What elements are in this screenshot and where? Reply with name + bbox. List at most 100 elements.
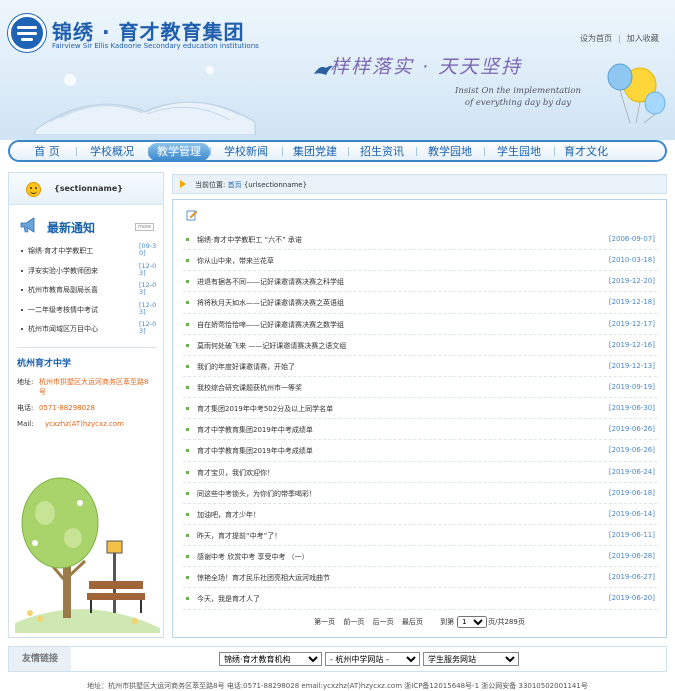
bullet-icon: [186, 407, 189, 411]
nav-item-garden[interactable]: 教学园地: [416, 143, 484, 161]
set-homepage-link[interactable]: 设为首页: [580, 34, 612, 43]
article-row[interactable]: 育才中学教育集团2019年中考成绩单 [2019-06-26]: [183, 440, 657, 462]
article-date: [2019-06-14]: [608, 509, 655, 518]
article-row[interactable]: 同这些中考锁头，为你们的带季喝彩！ [2019-06-18]: [183, 483, 657, 504]
article-row[interactable]: 育才集团2019年中考502分及以上同学名单 [2019-06-30]: [183, 398, 657, 420]
article-row[interactable]: 感谢中考 欣赏中考 享受中考 （一） [2019-06-28]: [183, 546, 657, 568]
news-item-title[interactable]: 一二年级考核情中考试: [28, 305, 136, 315]
bullet-icon: [186, 576, 189, 580]
add-favorite-link[interactable]: 加入收藏: [627, 34, 659, 43]
news-item-title[interactable]: 浮安实验小学教师团来: [28, 266, 136, 276]
article-date: [2006-09-07]: [608, 235, 655, 243]
article-title[interactable]: 进退有据各不同——记好课邀请赛决赛之科学组: [197, 277, 587, 287]
bullet-icon: [186, 280, 189, 284]
article-title[interactable]: 锦绣·育才中学教职工 “六不” 承诺: [197, 235, 587, 245]
breadcrumb: 当前位置: 首页 {urlsectionname}: [172, 174, 667, 194]
article-title[interactable]: 加油吧，育才少年！: [197, 510, 587, 520]
address-label: 地址:: [17, 378, 34, 386]
article-row[interactable]: 我们的年度好课邀请赛，开始了 [2019-12-13]: [183, 356, 657, 377]
section-header: {sectionname}: [9, 173, 163, 205]
friend-select-student-service[interactable]: 学生服务网站: [423, 652, 519, 666]
slogan-english-line-2: of everything day by day: [464, 98, 572, 108]
breadcrumb-current: {urlsectionname}: [243, 181, 308, 189]
article-row[interactable]: 加油吧，育才少年！ [2019-06-14]: [183, 504, 657, 525]
article-date: [2019-06-24]: [608, 467, 655, 476]
article-date: [2019-06-26]: [608, 425, 655, 434]
article-row[interactable]: 育才中学教育集团2019年中考成绩单 [2019-06-26]: [183, 419, 657, 441]
slogan-english-line-1: Insist On the implementation: [455, 86, 581, 96]
bullet-icon: [186, 470, 189, 474]
nav-item-teaching[interactable]: 教学管理: [148, 143, 210, 161]
nav-item-home[interactable]: 首 页: [18, 143, 76, 161]
article-row[interactable]: 育才宝贝，我们欢迎你！ [2019-06-24]: [183, 462, 657, 483]
nav-item-about[interactable]: 学校概况: [76, 143, 148, 161]
goto-label: 到第: [440, 618, 455, 626]
article-title[interactable]: 我们的年度好课邀请赛，开始了: [197, 362, 587, 372]
bullet-icon: [186, 343, 189, 347]
nav-item-news[interactable]: 学校新闻: [210, 143, 282, 161]
article-row[interactable]: 锦绣·育才中学教职工 “六不” 承诺 [2006-09-07]: [183, 229, 657, 251]
news-item[interactable]: 杭州市闻域区万目中心 [12-03]: [21, 321, 161, 343]
breadcrumb-label: 当前位置:: [195, 181, 226, 189]
article-title[interactable]: 将将秋月天如水——记好课邀请赛决赛之英语组: [197, 298, 587, 308]
article-row[interactable]: 今天，我是育才人了 [2019-06-20]: [183, 588, 657, 610]
article-row[interactable]: 我校综合研究课题获杭州市一等奖 [2019-09-19]: [183, 377, 657, 399]
article-title[interactable]: 同这些中考锁头，为你们的带季喝彩！: [197, 489, 587, 499]
article-row[interactable]: 惊艳全场！育才民乐社团亮相大运河戏曲节 [2019-06-27]: [183, 567, 657, 589]
article-title[interactable]: 今天，我是育才人了: [197, 594, 587, 604]
slogan: 样样落实 · 天天坚持: [330, 56, 523, 78]
contact-school-name: 杭州育才中学: [17, 359, 72, 369]
news-item-title[interactable]: 杭州市闻域区万目中心: [28, 324, 136, 334]
article-title[interactable]: 自在娇莺恰恰啼——记好课邀请赛决赛之数学组: [197, 320, 587, 330]
article-title[interactable]: 莫雨何处破飞来 ——记好课邀请赛决赛之语文组: [197, 341, 587, 351]
friend-select-institution[interactable]: 锦绣·育才教育机构: [219, 652, 322, 666]
next-page-link[interactable]: 后一页: [373, 618, 394, 626]
bullet-icon: [21, 308, 23, 311]
article-title[interactable]: 惊艳全场！育才民乐社团亮相大运河戏曲节: [197, 573, 587, 583]
page-select[interactable]: 1: [457, 616, 488, 628]
bullet-icon: [21, 328, 23, 330]
article-date: [2019-12-17]: [608, 319, 655, 328]
contact-info: 杭州育才中学 地址: 杭州市拱墅区大运河商务区萃至路8号 电话: 0571-8829…: [17, 347, 157, 445]
bullet-icon: [186, 491, 189, 495]
slogan-english: Insist On the implementation of everythi…: [428, 85, 608, 109]
article-title[interactable]: 育才宝贝，我们欢迎你！: [197, 468, 587, 478]
pagination: 第一页 前一页 后一页 最后页 到第 1 页/共289页: [173, 616, 666, 628]
article-row[interactable]: 莫雨何处破飞来 ——记好课邀请赛决赛之语文组 [2019-12-16]: [183, 335, 657, 356]
article-title[interactable]: 育才集团2019年中考502分及以上同学名单: [197, 404, 587, 414]
breadcrumb-home-link[interactable]: 首页: [228, 181, 242, 189]
more-link[interactable]: more: [135, 223, 154, 231]
article-row[interactable]: 自在娇莺恰恰啼——记好课邀请赛决赛之数学组 [2019-12-17]: [183, 314, 657, 335]
prev-page-link[interactable]: 前一页: [343, 618, 364, 626]
article-row[interactable]: 将将秋月天如水——记好课邀请赛决赛之英语组 [2019-12-18]: [183, 292, 657, 314]
pencil-icon: [186, 210, 198, 221]
nav-item-admission[interactable]: 招生资讯: [348, 143, 416, 161]
mail-value[interactable]: ycxzhz(AT)hzycxz.com: [45, 419, 145, 429]
article-title[interactable]: 感谢中考 欣赏中考 享受中考 （一）: [197, 552, 587, 562]
nav-item-student[interactable]: 学生园地: [484, 143, 554, 161]
friend-select-middle-school[interactable]: - 杭州中学网站 -: [325, 652, 420, 666]
nav-item-party[interactable]: 集团党建: [282, 143, 348, 161]
smiley-icon: [26, 182, 41, 197]
news-item-title[interactable]: 杭州市教育局副局长喜: [28, 285, 136, 295]
news-title: 最新通知: [47, 221, 96, 235]
bullet-icon: [21, 250, 23, 252]
article-title[interactable]: 育才中学教育集团2019年中考成绩单: [197, 446, 587, 456]
nav-item-culture[interactable]: 育才文化: [554, 143, 618, 161]
article-row[interactable]: 你从山中来，带来兰花草 [2010-03-18]: [183, 250, 657, 272]
article-date: [2019-06-18]: [608, 488, 655, 497]
news-item-title[interactable]: 锦绣·育才中学教职工: [28, 246, 136, 256]
link-separator: |: [618, 34, 621, 43]
tree-bench-illustration: [15, 477, 160, 633]
article-row[interactable]: 昨天，育才提前“中考”了！ [2019-06-11]: [183, 525, 657, 547]
news-item-date: [09-30]: [139, 242, 157, 257]
news-item-date: [12-03]: [139, 281, 157, 296]
article-title[interactable]: 你从山中来，带来兰花草: [197, 256, 587, 266]
article-title[interactable]: 我校综合研究课题获杭州市一等奖: [197, 383, 587, 393]
article-date: [2019-12-18]: [608, 298, 655, 307]
first-page-link[interactable]: 第一页: [314, 618, 335, 626]
last-page-link[interactable]: 最后页: [402, 618, 423, 626]
article-row[interactable]: 进退有据各不同——记好课邀请赛决赛之科学组 [2019-12-20]: [183, 271, 657, 293]
article-title[interactable]: 昨天，育才提前“中考”了！: [197, 531, 587, 541]
article-title[interactable]: 育才中学教育集团2019年中考成绩单: [197, 425, 587, 435]
